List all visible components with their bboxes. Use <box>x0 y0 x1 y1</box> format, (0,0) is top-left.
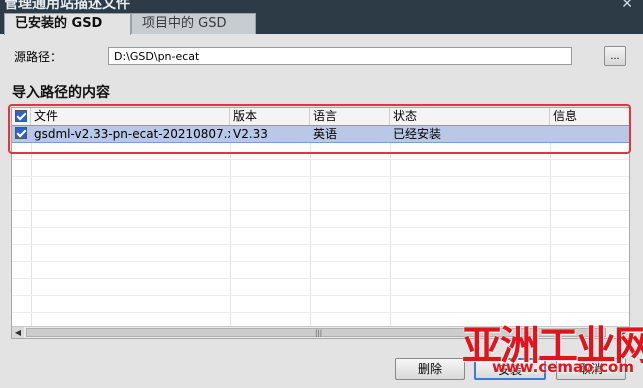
scroll-right-icon[interactable]: ▶ <box>617 327 629 338</box>
select-all-checkbox[interactable] <box>15 110 27 122</box>
source-path-label: 源路径： <box>14 50 63 64</box>
grip-icon: ||| <box>315 329 323 337</box>
empty-row <box>12 279 629 296</box>
scroll-left-icon[interactable]: ◀ <box>12 327 24 338</box>
language-cell: 英语 <box>313 127 338 141</box>
window-title: 管理通用站描述文件 <box>4 0 130 12</box>
empty-row <box>12 143 629 160</box>
empty-row <box>12 228 629 245</box>
table-row[interactable]: gsdml-v2.33-pn-ecat-20210807.x... V2.33 … <box>12 125 629 143</box>
delete-button[interactable]: 删除 <box>395 358 465 380</box>
empty-row <box>12 262 629 279</box>
horizontal-scrollbar[interactable]: ◀ ||| ▶ <box>12 326 629 338</box>
empty-row <box>12 245 629 262</box>
content-panel: 源路径： ... 导入路径的内容 文件 版本 语言 状态 信息 gsdml-v2… <box>0 34 643 388</box>
status-cell: 已经安装 <box>393 127 442 141</box>
tab-project-gsd[interactable]: 项目中的 GSD <box>131 13 256 34</box>
column-header-version[interactable]: 版本 <box>230 108 310 125</box>
column-header-language[interactable]: 语言 <box>310 108 390 125</box>
empty-row <box>12 211 629 228</box>
cancel-button[interactable]: 取消 <box>556 358 626 380</box>
install-button[interactable]: 安装 <box>474 358 546 380</box>
gsd-file-table: 文件 版本 语言 状态 信息 gsdml-v2.33-pn-ecat-20210… <box>11 107 630 339</box>
column-header-info[interactable]: 信息 <box>550 108 629 125</box>
info-cell <box>550 126 629 142</box>
source-path-input[interactable] <box>108 47 572 65</box>
empty-row <box>12 194 629 211</box>
file-cell: gsdml-v2.33-pn-ecat-20210807.x... <box>34 127 230 141</box>
title-bar: 管理通用站描述文件 ✕ <box>0 0 643 12</box>
tab-strip: 已安装的 GSD 项目中的 GSD <box>0 12 643 35</box>
column-header-status[interactable]: 状态 <box>390 108 550 125</box>
select-all-cell <box>12 108 31 125</box>
empty-row <box>12 160 629 177</box>
close-icon[interactable]: ✕ <box>621 0 633 12</box>
section-title: 导入路径的内容 <box>12 85 110 101</box>
table-header: 文件 版本 语言 状态 信息 <box>12 108 629 126</box>
empty-row <box>12 177 629 194</box>
version-cell: V2.33 <box>233 127 268 141</box>
browse-button[interactable]: ... <box>604 46 626 66</box>
tab-installed-gsd[interactable]: 已安装的 GSD <box>4 13 131 35</box>
row-checkbox[interactable] <box>15 127 27 139</box>
scrollbar-thumb[interactable]: ||| <box>26 328 606 337</box>
column-header-file[interactable]: 文件 <box>31 108 230 125</box>
empty-row <box>12 296 629 313</box>
